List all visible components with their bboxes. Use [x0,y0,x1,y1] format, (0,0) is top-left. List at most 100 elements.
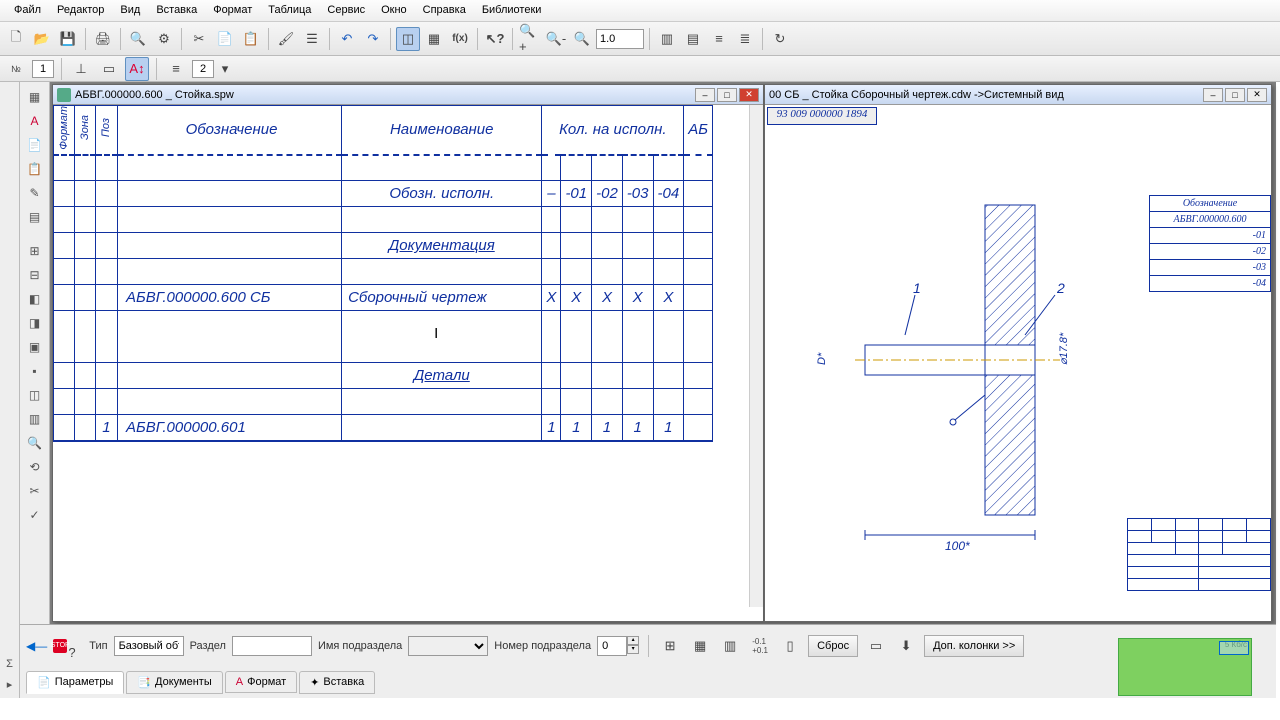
save-icon[interactable]: 💾 [56,27,80,51]
copy-icon[interactable]: 📄 [213,27,237,51]
save2-icon[interactable]: ▭ [864,634,888,658]
print-icon[interactable]: 🖨 [91,27,115,51]
menu-help[interactable]: Справка [415,0,474,21]
vtool-5-icon[interactable]: ⊞ [24,240,46,262]
vtool-1-icon[interactable]: ▦ [24,86,46,108]
vtool-13-icon[interactable]: 🔍 [24,432,46,454]
doc-titlebar-right[interactable]: 00 СБ _ Стойка Сборочный чертеж.cdw ->Си… [765,85,1271,105]
vtool-text-icon[interactable]: A [24,110,46,132]
mini-map[interactable]: 5 Кб/с [1118,638,1252,696]
snap1-icon[interactable]: ⊥ [69,57,93,81]
brush-icon[interactable]: 🖌 [274,27,298,51]
scrollbar-vertical[interactable] [749,105,763,607]
zoom-out-icon[interactable]: 🔍- [544,27,568,51]
menu-editor[interactable]: Редактор [49,0,112,21]
mini-map-viewport[interactable] [1219,641,1249,655]
snap2-icon[interactable]: ▭ [97,57,121,81]
align2-icon[interactable]: ▤ [681,27,705,51]
part-row-pos[interactable]: 1 [96,415,118,441]
redo-icon[interactable]: ↷ [361,27,385,51]
menu-file[interactable]: Файл [6,0,49,21]
open-icon[interactable]: 📂 [30,27,54,51]
align1-icon[interactable]: ▥ [655,27,679,51]
tab-format[interactable]: AФормат [225,671,297,693]
help-icon[interactable]: ? [60,640,84,664]
vtool-14-icon[interactable]: ⟲ [24,456,46,478]
doc-row-q2[interactable]: X [592,285,623,311]
maximize-button[interactable]: □ [717,88,737,102]
menu-format[interactable]: Формат [205,0,260,21]
doc-row-q3[interactable]: X [622,285,653,311]
edit-cursor-cell[interactable]: I [342,311,542,363]
type-input[interactable] [114,636,184,656]
close-button-drawing[interactable]: ✕ [1247,88,1267,102]
vtool-7-icon[interactable]: ◧ [24,288,46,310]
tab-insert[interactable]: ✦Вставка [299,671,375,694]
doc-row-name[interactable]: Сборочный чертеж [342,285,542,311]
doc-titlebar-left[interactable]: АБВГ.000000.600 _ Стойка.spw – □ ✕ [53,85,763,105]
maximize-button[interactable]: □ [1225,88,1245,102]
menu-insert[interactable]: Вставка [148,0,205,21]
dim-icon[interactable]: -0.1+0.1 [748,634,772,658]
tab-documents[interactable]: 📑Документы [126,671,222,694]
close-button[interactable]: ✕ [739,88,759,102]
new-icon[interactable]: 🗋 [4,27,28,51]
arrow-down-icon[interactable]: ▾ [218,57,232,81]
align3-icon[interactable]: ≡ [707,27,731,51]
subname-select[interactable] [408,636,488,656]
minimize-button[interactable]: – [1203,88,1223,102]
extra-cols-button[interactable]: Доп. колонки >> [924,635,1024,657]
zoom-input[interactable] [596,29,644,49]
layout-icon[interactable]: ⚙ [152,27,176,51]
doc-row-q0[interactable]: X [542,285,561,311]
menu-libraries[interactable]: Библиотеки [474,0,550,21]
vtool-6-icon[interactable]: ⊟ [24,264,46,286]
menu-service[interactable]: Сервис [319,0,373,21]
cut-icon[interactable]: ✂ [187,27,211,51]
part-q1[interactable]: 1 [561,415,592,441]
down-icon[interactable]: ⬇ [894,634,918,658]
vtool-10-icon[interactable]: ▪ [24,360,46,382]
snap3-icon[interactable]: A↕ [125,57,149,81]
vtool-3-icon[interactable]: 📋 [24,158,46,180]
undo-icon[interactable]: ↶ [335,27,359,51]
fx-icon[interactable]: f(x) [448,27,472,51]
spin-down[interactable]: ▾ [627,645,639,654]
spin-up[interactable]: ▴ [627,636,639,645]
part-q0[interactable]: 1 [542,415,561,441]
tab-params[interactable]: 📄Параметры [26,671,124,694]
part-q2[interactable]: 1 [592,415,623,441]
vtool-8-icon[interactable]: ◨ [24,312,46,334]
num-input[interactable] [32,60,54,78]
grid1-icon[interactable]: ⊞ [658,634,682,658]
num-icon[interactable]: № [4,57,28,81]
grid3-icon[interactable]: ▥ [718,634,742,658]
refresh-icon[interactable]: ↻ [768,27,792,51]
col-icon[interactable]: ▯ [778,634,802,658]
vtool-12-icon[interactable]: ▥ [24,408,46,430]
props-icon[interactable]: ☰ [300,27,324,51]
vtool-11-icon[interactable]: ◫ [24,384,46,406]
doc-row-q1[interactable]: X [561,285,592,311]
vtool-4-icon[interactable]: ▤ [24,206,46,228]
back-button[interactable]: ◀— [26,639,47,653]
preview-icon[interactable]: 🔍 [126,27,150,51]
reset-button[interactable]: Сброс [808,635,858,657]
chevron-right-icon[interactable]: ▸ [2,676,18,692]
part-q4[interactable]: 1 [653,415,684,441]
mode1-icon[interactable]: ◫ [396,27,420,51]
minimize-button[interactable]: – [695,88,715,102]
menu-view[interactable]: Вид [112,0,148,21]
part-row-designation[interactable]: АБВГ.000000.601 [117,415,341,441]
part-q3[interactable]: 1 [622,415,653,441]
vtool-9-icon[interactable]: ▣ [24,336,46,358]
doc-row-designation[interactable]: АБВГ.000000.600 СБ [117,285,341,311]
vtool-15-icon[interactable]: ✂ [24,480,46,502]
doc-row-q4[interactable]: X [653,285,684,311]
sum-icon[interactable]: Σ [2,656,18,672]
grid2-icon[interactable]: ▦ [688,634,712,658]
align4-icon[interactable]: ≣ [733,27,757,51]
subnum-input[interactable] [597,636,627,656]
zoom-fit-icon[interactable]: 🔍 [570,27,594,51]
vtool-2-icon[interactable]: 📄 [24,134,46,156]
